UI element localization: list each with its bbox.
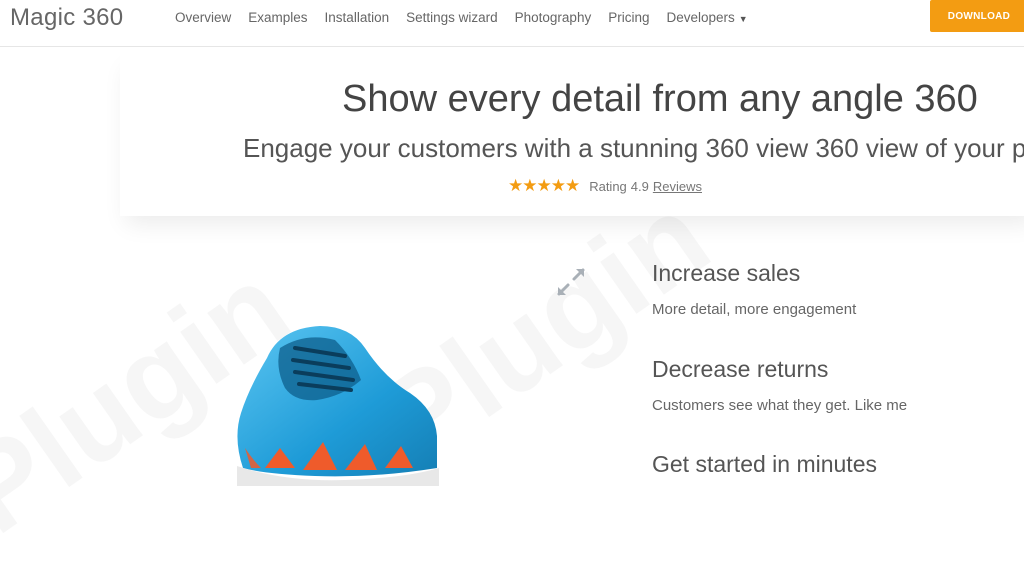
nav-item-installation[interactable]: Installation (325, 10, 390, 25)
nav-item-examples[interactable]: Examples (248, 10, 307, 25)
download-button[interactable]: DOWNLOAD (930, 0, 1024, 32)
rating-label: Rating (589, 178, 627, 194)
main-nav: Overview Examples Installation Settings … (175, 10, 765, 25)
product-360-viewer[interactable] (225, 318, 445, 486)
top-navbar: Magic 360 Overview Examples Installation… (0, 0, 1024, 47)
feature-desc-decrease-returns: Customers see what they get. Like me (652, 397, 908, 414)
nav-item-photography[interactable]: Photography (515, 10, 592, 25)
nav-item-developers-label: Developers (666, 10, 735, 25)
reviews-link[interactable]: Reviews (653, 179, 702, 194)
hero-subtitle: Engage your customers with a stunning 36… (243, 133, 1024, 163)
nav-item-overview[interactable]: Overview (175, 10, 231, 25)
rating-value: 4.9 (630, 178, 649, 194)
brand-logo[interactable]: Magic 360 (10, 4, 123, 32)
nav-item-settings-wizard[interactable]: Settings wizard (406, 10, 498, 25)
feature-title-decrease-returns: Decrease returns (652, 356, 829, 382)
rating: ★★★★★ Rating 4.9 Reviews (508, 176, 702, 196)
expand-arrows-icon[interactable] (555, 266, 587, 298)
feature-title-increase-sales: Increase sales (652, 260, 801, 286)
star-rating-icon: ★★★★★ (508, 176, 580, 195)
hero-title: Show every detail from any angle 360 (342, 78, 978, 120)
nav-item-pricing[interactable]: Pricing (608, 10, 649, 25)
chevron-down-icon: ▼ (738, 14, 748, 24)
feature-title-get-started: Get started in minutes (652, 451, 877, 477)
nav-item-developers[interactable]: Developers ▼ (666, 10, 747, 25)
feature-desc-increase-sales: More detail, more engagement (652, 301, 857, 318)
